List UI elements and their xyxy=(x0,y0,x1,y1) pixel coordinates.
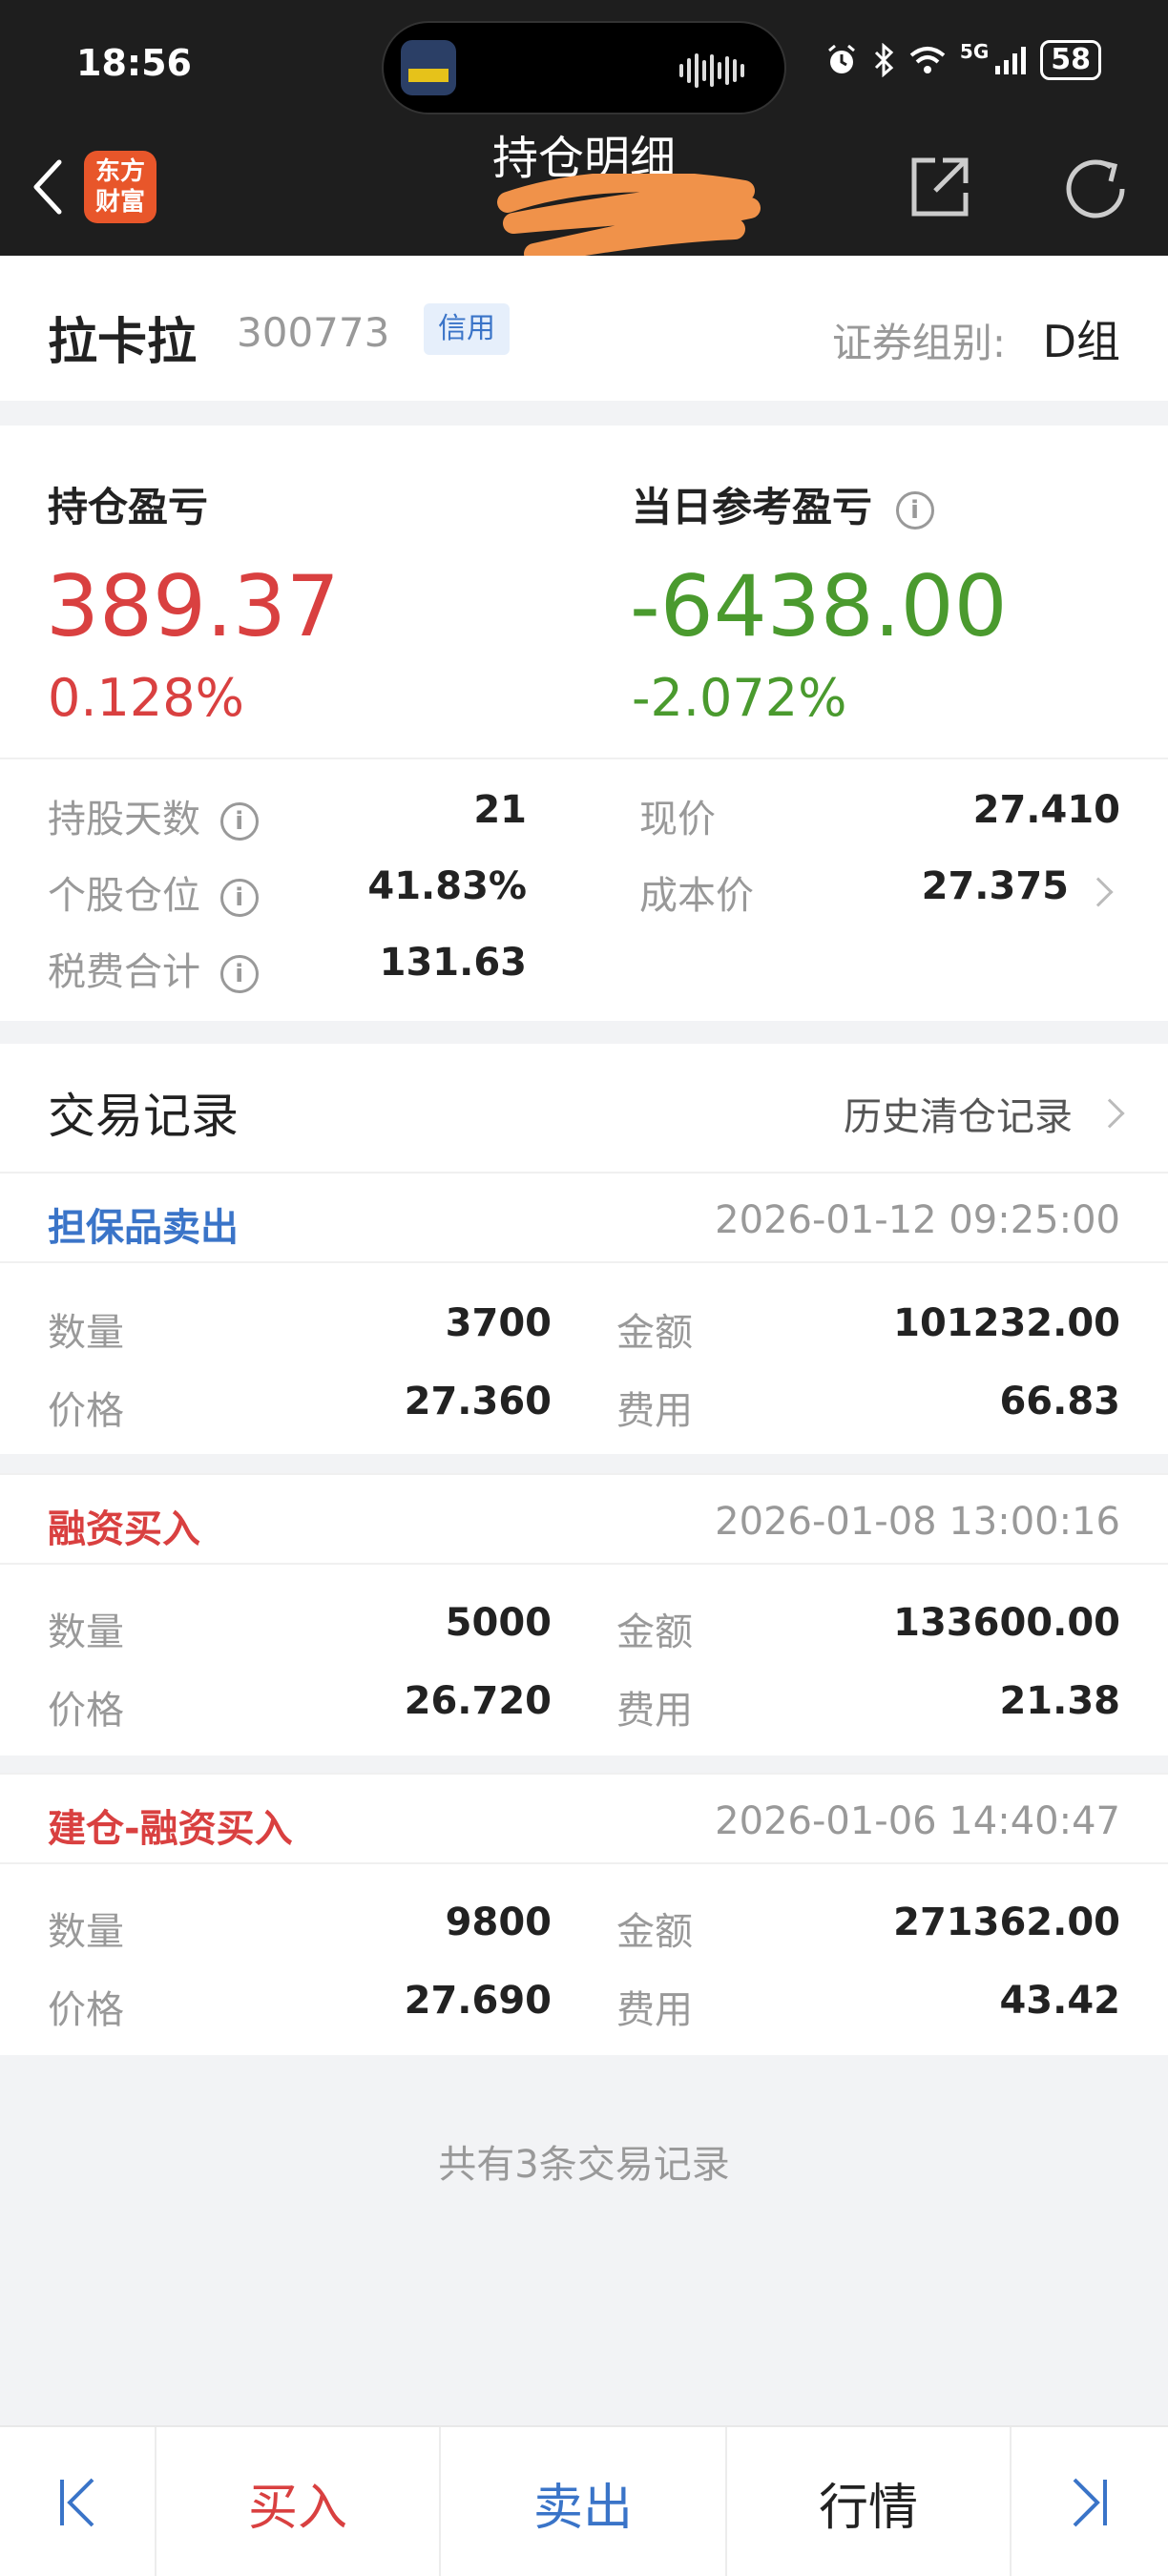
cost-price-value[interactable]: 27.375 xyxy=(922,864,1069,908)
amount-value: 133600.00 xyxy=(893,1601,1120,1645)
cost-price-label: 成本价 xyxy=(639,874,754,918)
daily-pnl-value: -6438.00 xyxy=(630,557,1008,655)
chevron-right-icon[interactable] xyxy=(1083,877,1114,907)
fee-label: 费用 xyxy=(616,1389,693,1433)
quote-button[interactable]: 行情 xyxy=(727,2427,1012,2576)
qty-value: 3700 xyxy=(445,1301,552,1345)
position-pnl-pct: 0.128% xyxy=(48,668,244,728)
amount-value: 101232.00 xyxy=(893,1301,1120,1345)
skip-next-icon xyxy=(1073,2478,1107,2527)
bluetooth-icon xyxy=(874,43,894,77)
trade-record[interactable]: 融资买入 2026-01-08 13:00:16 数量 5000 金额 1336… xyxy=(0,1473,1168,1755)
qty-value: 5000 xyxy=(445,1601,552,1645)
amount-label: 金额 xyxy=(616,1910,693,1954)
battery-icon: 58 xyxy=(1040,40,1101,80)
qty-label: 数量 xyxy=(48,1610,124,1654)
total-fees-label: 税费合计 xyxy=(48,950,200,994)
position-weight-value: 41.83% xyxy=(367,864,527,908)
fee-value: 43.42 xyxy=(999,1979,1120,2023)
signal-icon xyxy=(995,47,1027,74)
chevron-right-icon xyxy=(1095,1098,1125,1129)
qty-label: 数量 xyxy=(48,1311,124,1355)
records-title: 交易记录 xyxy=(48,1089,239,1144)
position-pnl-value: 389.37 xyxy=(46,557,340,655)
previous-stock-button[interactable] xyxy=(0,2427,156,2576)
top-bar: 18:56 5G 58 东方 财富 持仓明细 xyxy=(0,0,1168,260)
redaction-scribble xyxy=(497,174,761,260)
trade-type: 担保品卖出 xyxy=(48,1206,239,1250)
alarm-icon xyxy=(827,44,855,73)
status-time: 18:56 xyxy=(76,42,192,84)
divider xyxy=(0,758,1168,759)
trade-time: 2026-01-08 13:00:16 xyxy=(715,1500,1120,1544)
info-icon[interactable]: i xyxy=(895,490,934,530)
price-value: 26.720 xyxy=(404,1679,552,1723)
price-value: 27.360 xyxy=(404,1380,552,1423)
share-icon[interactable] xyxy=(907,153,973,221)
stock-code: 300773 xyxy=(237,309,390,356)
bottom-action-bar: 买入 卖出 行情 xyxy=(0,2425,1168,2576)
records-header: 交易记录 历史清仓记录 xyxy=(0,1044,1168,1172)
info-icon[interactable]: i xyxy=(219,955,259,993)
fee-value: 21.38 xyxy=(999,1679,1120,1723)
next-stock-button[interactable] xyxy=(1012,2427,1168,2576)
price-label: 价格 xyxy=(48,1689,124,1733)
trade-type: 建仓-融资买入 xyxy=(48,1807,293,1851)
info-icon[interactable]: i xyxy=(219,802,259,841)
trade-record-header: 担保品卖出 2026-01-12 09:25:00 xyxy=(0,1172,1168,1263)
current-price-value: 27.410 xyxy=(972,788,1120,832)
network-type: 5G xyxy=(959,40,990,63)
qty-label: 数量 xyxy=(48,1910,124,1954)
records-count-note: 共有3条交易记录 xyxy=(438,2143,730,2187)
current-price-label: 现价 xyxy=(639,798,716,841)
amount-value: 271362.00 xyxy=(893,1901,1120,1944)
total-fees-label-wrap: 税费合计 i xyxy=(48,941,259,996)
audio-wave-icon xyxy=(679,52,756,90)
amount-label: 金额 xyxy=(616,1610,693,1654)
holding-days-label-wrap: 持股天数 i xyxy=(48,788,259,843)
price-label: 价格 xyxy=(48,1389,124,1433)
price-label: 价格 xyxy=(48,1988,124,2032)
daily-pnl-label: 当日参考盈亏 xyxy=(632,484,873,530)
trade-time: 2026-01-06 14:40:47 xyxy=(715,1799,1120,1843)
trade-record[interactable]: 建仓-融资买入 2026-01-06 14:40:47 数量 9800 金额 2… xyxy=(0,1773,1168,2055)
group-label: 证券组别: xyxy=(831,320,1006,366)
history-link-label: 历史清仓记录 xyxy=(844,1095,1073,1139)
trade-record-header: 建仓-融资买入 2026-01-06 14:40:47 xyxy=(0,1773,1168,1864)
total-fees-value: 131.63 xyxy=(379,941,527,985)
credit-badge: 信用 xyxy=(424,303,510,355)
buy-button[interactable]: 买入 xyxy=(156,2427,441,2576)
amount-label: 金额 xyxy=(616,1311,693,1355)
status-icons: 5G 58 xyxy=(824,40,1101,80)
media-thumbnail xyxy=(401,40,456,95)
pnl-section: 持仓盈亏 389.37 0.128% 当日参考盈亏 i -6438.00 -2.… xyxy=(0,426,1168,1021)
holding-days-label: 持股天数 xyxy=(48,798,200,841)
qty-value: 9800 xyxy=(445,1901,552,1944)
stock-header: 拉卡拉 300773 信用 证券组别: D组 xyxy=(0,256,1168,401)
position-pnl-label: 持仓盈亏 xyxy=(48,484,209,530)
wifi-icon xyxy=(909,47,946,73)
info-icon[interactable]: i xyxy=(219,879,259,917)
sell-button[interactable]: 卖出 xyxy=(441,2427,727,2576)
trade-time: 2026-01-12 09:25:00 xyxy=(715,1198,1120,1242)
daily-pnl-pct: -2.072% xyxy=(632,668,847,728)
holding-days-value: 21 xyxy=(473,788,527,832)
dynamic-island[interactable] xyxy=(382,21,786,114)
history-clearance-link[interactable]: 历史清仓记录 xyxy=(844,1086,1125,1141)
position-weight-label: 个股仓位 xyxy=(48,874,200,918)
stock-name: 拉卡拉 xyxy=(48,314,198,371)
trade-record-header: 融资买入 2026-01-08 13:00:16 xyxy=(0,1473,1168,1565)
fee-value: 66.83 xyxy=(999,1380,1120,1423)
group-value[interactable]: D组 xyxy=(1043,307,1120,370)
skip-previous-icon xyxy=(60,2478,94,2527)
price-value: 27.690 xyxy=(404,1979,552,2023)
position-weight-label-wrap: 个股仓位 i xyxy=(48,864,259,920)
fee-label: 费用 xyxy=(616,1689,693,1733)
fee-label: 费用 xyxy=(616,1988,693,2032)
refresh-icon[interactable] xyxy=(1059,153,1134,225)
trade-type: 融资买入 xyxy=(48,1507,200,1551)
trade-record[interactable]: 担保品卖出 2026-01-12 09:25:00 数量 3700 金额 101… xyxy=(0,1172,1168,1454)
daily-pnl-label-wrap: 当日参考盈亏 i xyxy=(632,475,934,533)
